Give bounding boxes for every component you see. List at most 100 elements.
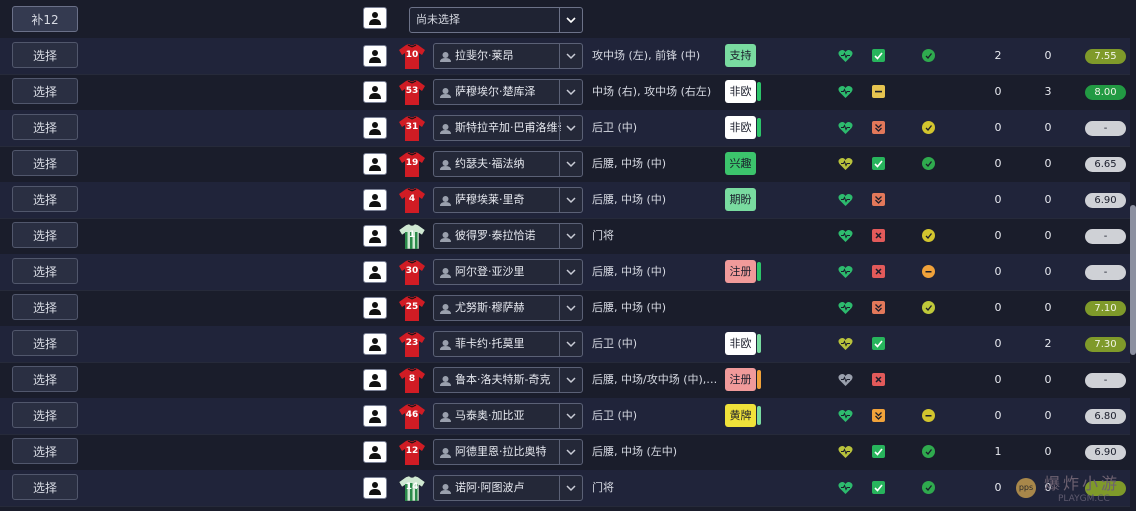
- select-button[interactable]: 选择: [12, 294, 78, 320]
- player-select-dropdown[interactable]: 尚未选择: [409, 7, 583, 33]
- person-button[interactable]: [363, 441, 387, 463]
- circle-status-icon: [922, 265, 935, 278]
- chevron-down-icon[interactable]: [566, 376, 576, 384]
- player-name: 阿尔登·亚沙里: [455, 265, 525, 278]
- chevron-down-icon[interactable]: [566, 268, 576, 276]
- heart-icon: [838, 482, 853, 494]
- person-button[interactable]: [363, 261, 387, 283]
- person-button[interactable]: [363, 477, 387, 499]
- player-icon: [440, 232, 451, 242]
- player-row[interactable]: 选择 4 萨穆埃莱·里奇 后腰, 中场 (中) 期盼 0 0 6.90: [0, 182, 1130, 219]
- player-dropdown[interactable]: 诺阿·阿图波卢: [433, 475, 583, 501]
- watermark-cn-text: 爆炸小游: [1044, 474, 1121, 493]
- player-name: 鲁本·洛夫特斯-奇克: [455, 373, 551, 386]
- chevron-down-icon[interactable]: [566, 16, 576, 24]
- player-position: 中场 (右), 攻中场 (右左): [592, 85, 712, 98]
- select-button[interactable]: 选择: [12, 78, 78, 104]
- person-icon: [369, 230, 381, 243]
- player-dropdown[interactable]: 尤努斯·穆萨赫: [433, 295, 583, 321]
- player-dropdown[interactable]: 斯特拉辛加·巴甫洛维奇: [433, 115, 583, 141]
- select-button[interactable]: 选择: [12, 114, 78, 140]
- player-row[interactable]: 选择 23 菲卡约·托莫里 后卫 (中) 非欧 0 2 7.30: [0, 326, 1130, 363]
- status-badge: 兴趣: [725, 152, 756, 175]
- dropdown-divider: [559, 368, 560, 392]
- player-dropdown[interactable]: 阿尔登·亚沙里: [433, 259, 583, 285]
- select-button[interactable]: 选择: [12, 438, 78, 464]
- shirt-number: 19: [405, 158, 419, 168]
- person-button[interactable]: [363, 369, 387, 391]
- select-button[interactable]: 选择: [12, 222, 78, 248]
- player-name: 萨穆埃尔·楚库泽: [455, 85, 536, 98]
- player-row[interactable]: 选择 14 诺阿·阿图波卢 门将 0 0: [0, 470, 1130, 507]
- watermark-en-text: PLAYGM.CC: [1058, 494, 1110, 504]
- rating-pill: 7.30: [1085, 337, 1126, 352]
- person-button[interactable]: [363, 45, 387, 67]
- chevron-down-icon[interactable]: [566, 448, 576, 456]
- player-row[interactable]: 选择 31 斯特拉辛加·巴甫洛维奇 后卫 (中) 非欧 0 0 -: [0, 110, 1130, 147]
- select-button[interactable]: 选择: [12, 330, 78, 356]
- heart-icon: [838, 158, 853, 170]
- person-button[interactable]: [363, 189, 387, 211]
- person-button[interactable]: [363, 7, 387, 29]
- select-button[interactable]: 选择: [12, 42, 78, 68]
- chevron-down-icon[interactable]: [566, 52, 576, 60]
- player-row[interactable]: 选择 1 彼得罗·泰拉恰诺 门将 0 0 -: [0, 218, 1130, 255]
- person-button[interactable]: [363, 117, 387, 139]
- player-dropdown[interactable]: 菲卡约·托莫里: [433, 331, 583, 357]
- player-row[interactable]: 选择 25 尤努斯·穆萨赫 后腰, 中场 (中) 0 0 7.10: [0, 290, 1130, 327]
- player-row[interactable]: 选择 30 阿尔登·亚沙里 后腰, 中场 (中) 注册 0 0 -: [0, 254, 1130, 291]
- player-row[interactable]: 选择 12 阿德里恩·拉比奥特 后腰, 中场 (左中) 1 0 6.90: [0, 434, 1130, 471]
- status-icon: [872, 373, 885, 386]
- select-button[interactable]: 选择: [12, 150, 78, 176]
- chevron-down-icon[interactable]: [566, 304, 576, 312]
- person-button[interactable]: [363, 333, 387, 355]
- stat-value-1: 0: [994, 301, 1002, 314]
- chevron-down-icon[interactable]: [566, 124, 576, 132]
- player-name: 马泰奥·加比亚: [455, 409, 525, 422]
- chevron-down-icon[interactable]: [566, 88, 576, 96]
- person-icon: [369, 122, 381, 135]
- player-row[interactable]: 选择 19 约瑟夫·福法纳 后腰, 中场 (中) 兴趣 0 0 6.65: [0, 146, 1130, 183]
- player-row[interactable]: 选择 8 鲁本·洛夫特斯-奇克 后腰, 中场/攻中场 (中), 前锋... 注册 0 0 -: [0, 362, 1130, 399]
- player-dropdown[interactable]: 阿德里恩·拉比奥特: [433, 439, 583, 465]
- chevron-down-icon[interactable]: [566, 484, 576, 492]
- person-button[interactable]: [363, 225, 387, 247]
- scrollbar-thumb[interactable]: [1130, 205, 1136, 355]
- circle-status-icon: [922, 409, 935, 422]
- watermark: pps 爆炸小游 PLAYGM.CC: [1008, 464, 1134, 508]
- player-icon: [440, 88, 451, 98]
- player-dropdown[interactable]: 萨穆埃尔·楚库泽: [433, 79, 583, 105]
- player-dropdown[interactable]: 拉斐尔·莱昂: [433, 43, 583, 69]
- player-icon: [440, 124, 451, 134]
- person-button[interactable]: [363, 153, 387, 175]
- player-row[interactable]: 选择 46 马泰奥·加比亚 后卫 (中) 黄牌 0 0 6.80: [0, 398, 1130, 435]
- select-button[interactable]: 选择: [12, 258, 78, 284]
- player-dropdown[interactable]: 彼得罗·泰拉恰诺: [433, 223, 583, 249]
- chevron-down-icon[interactable]: [566, 232, 576, 240]
- player-name: 阿德里恩·拉比奥特: [455, 445, 547, 458]
- player-row[interactable]: 选择 53 萨穆埃尔·楚库泽 中场 (右), 攻中场 (右左) 非欧 0 3 8.00: [0, 74, 1130, 111]
- player-dropdown[interactable]: 鲁本·洛夫特斯-奇克: [433, 367, 583, 393]
- select-button[interactable]: 选择: [12, 186, 78, 212]
- shirt-number: 23: [405, 338, 419, 348]
- stat-value-2: 3: [1044, 85, 1052, 98]
- chevron-down-icon[interactable]: [566, 196, 576, 204]
- dropdown-divider: [559, 152, 560, 176]
- player-dropdown[interactable]: 萨穆埃莱·里奇: [433, 187, 583, 213]
- dropdown-divider: [559, 260, 560, 284]
- select-button[interactable]: 选择: [12, 366, 78, 392]
- chevron-down-icon[interactable]: [566, 412, 576, 420]
- select-button[interactable]: 选择: [12, 474, 78, 500]
- player-dropdown[interactable]: 约瑟夫·福法纳: [433, 151, 583, 177]
- circle-status-icon: [922, 121, 935, 134]
- person-button[interactable]: [363, 405, 387, 427]
- person-button[interactable]: [363, 297, 387, 319]
- person-icon: [369, 12, 381, 25]
- player-row[interactable]: 选择 10 拉斐尔·莱昂 攻中场 (左), 前锋 (中) 支持 2 0 7.55: [0, 38, 1130, 75]
- sub-12-button[interactable]: 补12: [12, 6, 78, 32]
- select-button[interactable]: 选择: [12, 402, 78, 428]
- player-dropdown[interactable]: 马泰奥·加比亚: [433, 403, 583, 429]
- person-button[interactable]: [363, 81, 387, 103]
- chevron-down-icon[interactable]: [566, 160, 576, 168]
- chevron-down-icon[interactable]: [566, 340, 576, 348]
